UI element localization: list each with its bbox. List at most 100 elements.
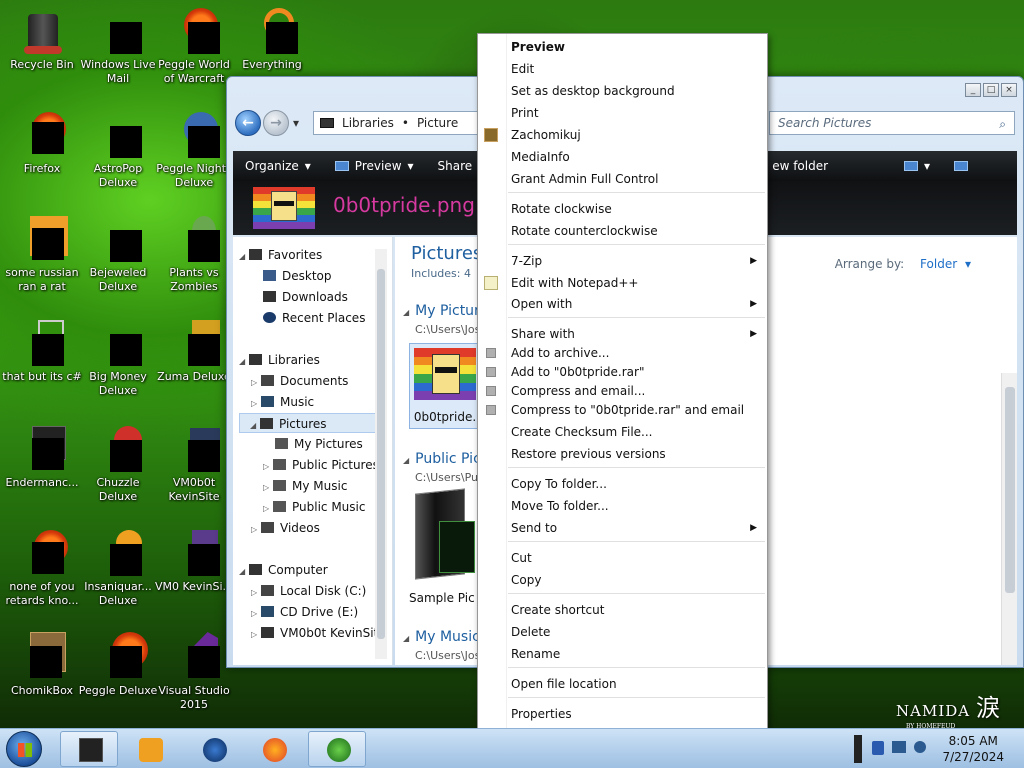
back-button[interactable]: ← [235,110,261,136]
nav-downloads[interactable]: Downloads [263,287,348,307]
menu-cut[interactable]: Cut [478,547,767,569]
preview-button[interactable]: Preview ▾ [323,159,426,173]
desktop-icon-vm0-kevinsi[interactable]: VM0 KevinSi... [152,528,236,594]
expand-icon[interactable]: ▷ [263,457,273,477]
breadcrumb-pictures[interactable]: Picture [417,116,458,130]
desktop-icon-chuzzle[interactable]: Chuzzle Deluxe [76,424,160,504]
menu-compress-to-rar-and-email[interactable]: Compress to "0b0tpride.rar" and email [478,401,767,420]
menu-share-with[interactable]: Share with ▶ [478,323,767,345]
navigation-scrollbar[interactable] [375,249,387,659]
expand-icon[interactable]: ▷ [251,604,261,624]
desktop-icon-endermanc[interactable]: Endermanc... [0,424,84,490]
menu-move-to-folder[interactable]: Move To folder... [478,495,767,517]
desktop-icon-none-of-you[interactable]: none of you retards kno... [0,528,84,608]
nav-libraries[interactable]: ◢ Libraries [239,350,320,370]
nav-videos[interactable]: ▷ Videos [251,518,320,538]
collapse-icon[interactable]: ◢ [250,416,260,436]
menu-grant-admin-full-control[interactable]: Grant Admin Full Control [478,168,767,190]
menu-edit[interactable]: Edit [478,58,767,80]
desktop-icon-pvz[interactable]: Plants vs Zombies [152,214,236,294]
nav-documents[interactable]: ▷ Documents [251,371,348,391]
expand-icon[interactable]: ▷ [263,499,273,519]
desktop-icon-chomikbox[interactable]: ChomikBox [0,632,84,698]
expand-icon[interactable]: ▷ [251,373,261,393]
view-options-button[interactable]: ▾ [892,159,942,173]
desktop-icon-big-money[interactable]: Big Money Deluxe [76,318,160,398]
start-button[interactable] [6,731,42,767]
menu-rotate-clockwise[interactable]: Rotate clockwise [478,198,767,220]
nav-public-music[interactable]: ▷ Public Music [263,497,365,517]
clock[interactable]: 8:05 AM 7/27/2024 [942,733,1004,765]
menu-rotate-counterclockwise[interactable]: Rotate counterclockwise [478,220,767,242]
menu-set-desktop-background[interactable]: Set as desktop background [478,80,767,102]
menu-open-file-location[interactable]: Open file location [478,673,767,695]
new-folder-button[interactable]: ew folder [760,159,840,173]
menu-preview[interactable]: Preview [478,36,767,58]
preview-pane-button[interactable] [942,161,980,171]
menu-restore-previous-versions[interactable]: Restore previous versions [478,443,767,465]
file-item-0b0tpride[interactable]: 0b0tpride. [409,343,481,429]
search-input[interactable]: Search Pictures ⌕ [769,111,1015,135]
nav-my-music[interactable]: ▷ My Music [263,476,347,496]
desktop-icon-zuma[interactable]: Zuma Deluxe [152,318,236,384]
breadcrumb[interactable]: Libraries • Picture [313,111,484,135]
collapse-icon[interactable]: ◢ [239,247,249,267]
share-button[interactable]: Share [426,159,485,173]
taskbar-explorer[interactable] [60,731,118,767]
desktop-icon-bejeweled[interactable]: Bejeweled Deluxe [76,214,160,294]
tray-network-icon[interactable] [892,741,906,753]
minimize-button[interactable]: _ [965,83,981,97]
tray-shield-icon[interactable] [872,741,884,755]
menu-add-to-rar[interactable]: Add to "0b0tpride.rar" [478,363,767,382]
forward-button[interactable]: → [263,110,289,136]
menu-open-with[interactable]: Open with ▶ [478,293,767,315]
nav-my-pictures[interactable]: My Pictures [275,434,363,454]
menu-mediainfo[interactable]: MediaInfo [478,146,767,168]
collapse-icon[interactable]: ◢ [239,562,249,582]
desktop-icon-astropop[interactable]: AstroPop Deluxe [76,110,160,190]
nav-pictures[interactable]: ◢ Pictures [239,413,379,433]
desktop-icon-visual-studio[interactable]: Visual Studio 2015 [152,632,236,712]
tray-expand-icon[interactable] [854,735,862,763]
nav-vm0b0t[interactable]: ▷ VM0b0t KevinSite [251,623,386,643]
collapse-icon[interactable]: ◢ [239,352,249,372]
expand-icon[interactable]: ▷ [251,625,261,645]
nav-cd-drive[interactable]: ▷ CD Drive (E:) [251,602,358,622]
nav-favorites[interactable]: ◢ Favorites [239,245,322,265]
menu-rename[interactable]: Rename [478,643,767,665]
organize-button[interactable]: Organize ▾ [233,159,323,173]
desktop-icon-everything[interactable]: Everything [230,6,314,72]
recent-pages-dropdown-icon[interactable]: ▾ [293,116,299,130]
close-button[interactable]: × [1001,83,1017,97]
taskbar-media-player[interactable] [120,731,178,767]
group-public-pictures[interactable]: ◢ Public Pic [403,451,481,467]
menu-create-checksum-file[interactable]: Create Checksum File... [478,421,767,443]
desktop-icon-peggle-nights[interactable]: Peggle Nights Deluxe [152,110,236,190]
menu-edit-with-notepadpp[interactable]: Edit with Notepad++ [478,272,767,294]
nav-desktop[interactable]: Desktop [263,266,332,286]
menu-compress-and-email[interactable]: Compress and email... [478,382,767,401]
library-includes[interactable]: Includes: 4 [411,267,471,280]
expand-icon[interactable]: ▷ [251,520,261,540]
tray-volume-icon[interactable] [914,741,926,753]
breadcrumb-libraries[interactable]: Libraries [342,116,394,130]
folder-item-sample-pictures[interactable]: Sample Pic [409,488,481,605]
menu-print[interactable]: Print [478,102,767,124]
expand-icon[interactable]: ▷ [263,478,273,498]
desktop-icon-peggle-deluxe[interactable]: Peggle Deluxe [76,632,160,698]
nav-local-disk[interactable]: ▷ Local Disk (C:) [251,581,366,601]
desktop-icon-insaniquarium[interactable]: Insaniquar... Deluxe [76,528,160,608]
expand-icon[interactable]: ▷ [251,583,261,603]
menu-copy[interactable]: Copy [478,569,767,591]
nav-music[interactable]: ▷ Music [251,392,314,412]
desktop-icon-recycle-bin[interactable]: Recycle Bin [0,6,84,72]
desktop-icon-that-but-csharp[interactable]: that but its c# [0,318,84,384]
maximize-button[interactable]: □ [983,83,999,97]
menu-send-to[interactable]: Send to ▶ [478,517,767,539]
taskbar-firefox[interactable] [244,731,302,767]
menu-zachomikuj[interactable]: Zachomikuj [478,124,767,146]
desktop-icon-peggle-wow[interactable]: Peggle World of Warcraft [152,6,236,86]
nav-computer[interactable]: ◢ Computer [239,560,328,580]
menu-copy-to-folder[interactable]: Copy To folder... [478,473,767,495]
nav-public-pictures[interactable]: ▷ Public Pictures [263,455,379,475]
